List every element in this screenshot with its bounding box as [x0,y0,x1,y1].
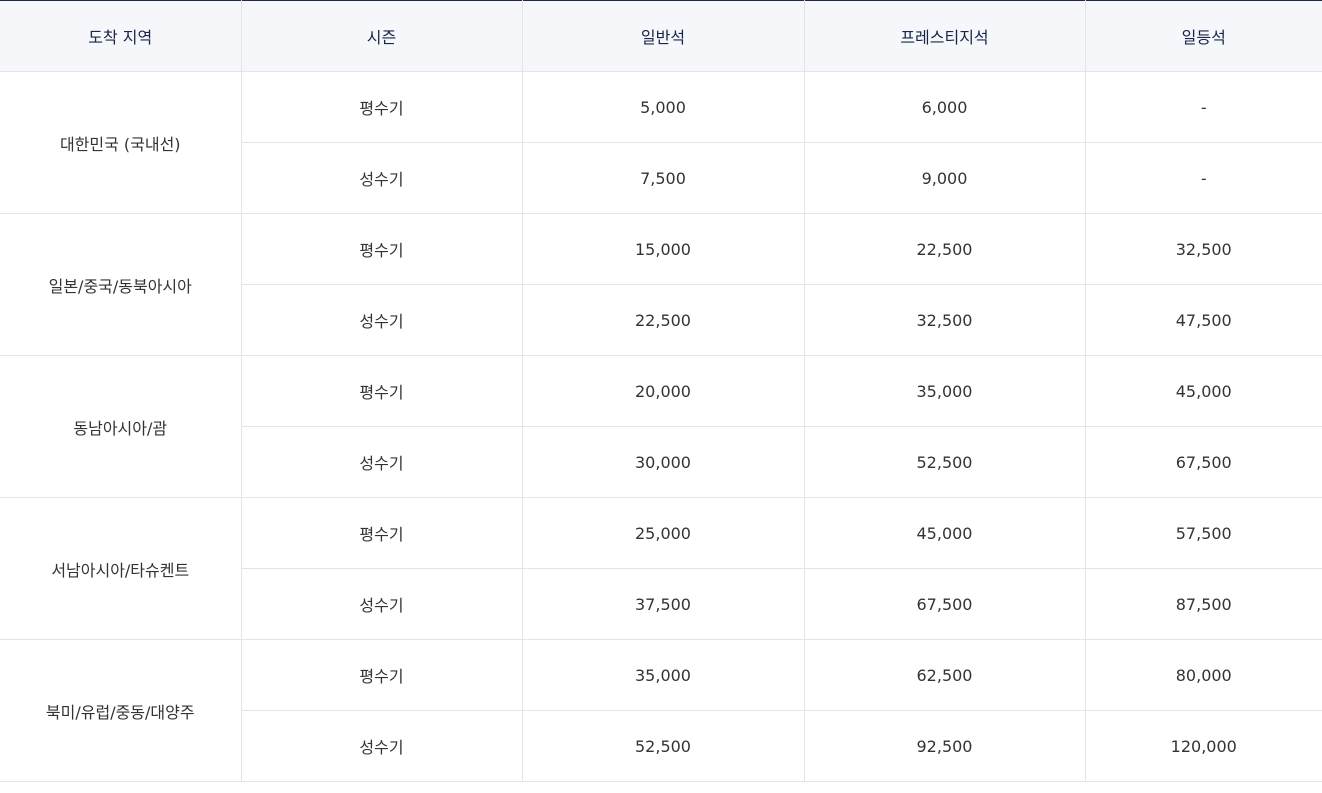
season-cell: 성수기 [241,142,523,214]
table-row: 동남아시아/괌 평수기 20,000 35,000 45,000 [0,355,1322,498]
first-cell: 80,000 [1085,639,1322,711]
prestige-cell: 6,000 [804,71,1086,143]
season-cell: 성수기 [241,568,523,640]
first-cell: 87,500 [1085,568,1322,640]
table-row: 북미/유럽/중동/대양주 평수기 35,000 62,500 80,000 [0,639,1322,782]
economy-cell: 7,500 [522,142,805,214]
first-cell: - [1085,71,1322,143]
season-cell: 성수기 [241,710,523,782]
table-row: 일본/중국/동북아시아 평수기 15,000 22,500 32,500 [0,213,1322,356]
season-cell: 성수기 [241,426,523,498]
economy-cell: 30,000 [522,426,805,498]
season-cell: 평수기 [241,639,523,711]
first-cell: 47,500 [1085,284,1322,356]
header-prestige: 프레스티지석 [804,0,1086,72]
header-season: 시즌 [241,0,523,72]
table-row: 대한민국 (국내선) 평수기 5,000 6,000 - [0,71,1322,214]
economy-cell: 5,000 [522,71,805,143]
mileage-fare-table: 도착 지역 시즌 일반석 프레스티지석 일등석 대한민국 (국내선) 평수기 5… [0,0,1322,782]
table-header: 도착 지역 시즌 일반석 프레스티지석 일등석 [0,0,1322,72]
header-row: 도착 지역 시즌 일반석 프레스티지석 일등석 [0,0,1322,72]
economy-cell: 37,500 [522,568,805,640]
first-cell: 32,500 [1085,213,1322,285]
season-cell: 평수기 [241,213,523,285]
season-cell: 평수기 [241,355,523,427]
economy-cell: 22,500 [522,284,805,356]
region-cell: 서남아시아/타슈켄트 [0,497,242,640]
prestige-cell: 22,500 [804,213,1086,285]
economy-cell: 20,000 [522,355,805,427]
economy-cell: 35,000 [522,639,805,711]
prestige-cell: 62,500 [804,639,1086,711]
season-cell: 평수기 [241,71,523,143]
first-cell: 67,500 [1085,426,1322,498]
prestige-cell: 92,500 [804,710,1086,782]
region-cell: 동남아시아/괌 [0,355,242,498]
season-cell: 성수기 [241,284,523,356]
region-cell: 일본/중국/동북아시아 [0,213,242,356]
header-first: 일등석 [1085,0,1322,72]
prestige-cell: 67,500 [804,568,1086,640]
prestige-cell: 35,000 [804,355,1086,427]
table-row: 서남아시아/타슈켄트 평수기 25,000 45,000 57,500 [0,497,1322,640]
economy-cell: 15,000 [522,213,805,285]
first-cell: 120,000 [1085,710,1322,782]
economy-cell: 52,500 [522,710,805,782]
prestige-cell: 9,000 [804,142,1086,214]
prestige-cell: 45,000 [804,497,1086,569]
first-cell: 45,000 [1085,355,1322,427]
header-economy: 일반석 [522,0,805,72]
prestige-cell: 52,500 [804,426,1086,498]
first-cell: 57,500 [1085,497,1322,569]
economy-cell: 25,000 [522,497,805,569]
header-destination-region: 도착 지역 [0,0,242,72]
season-cell: 평수기 [241,497,523,569]
region-cell: 북미/유럽/중동/대양주 [0,639,242,782]
region-cell: 대한민국 (국내선) [0,71,242,214]
table-body: 대한민국 (국내선) 평수기 5,000 6,000 - 성수기 7,500 9… [0,71,1322,782]
first-cell: - [1085,142,1322,214]
prestige-cell: 32,500 [804,284,1086,356]
